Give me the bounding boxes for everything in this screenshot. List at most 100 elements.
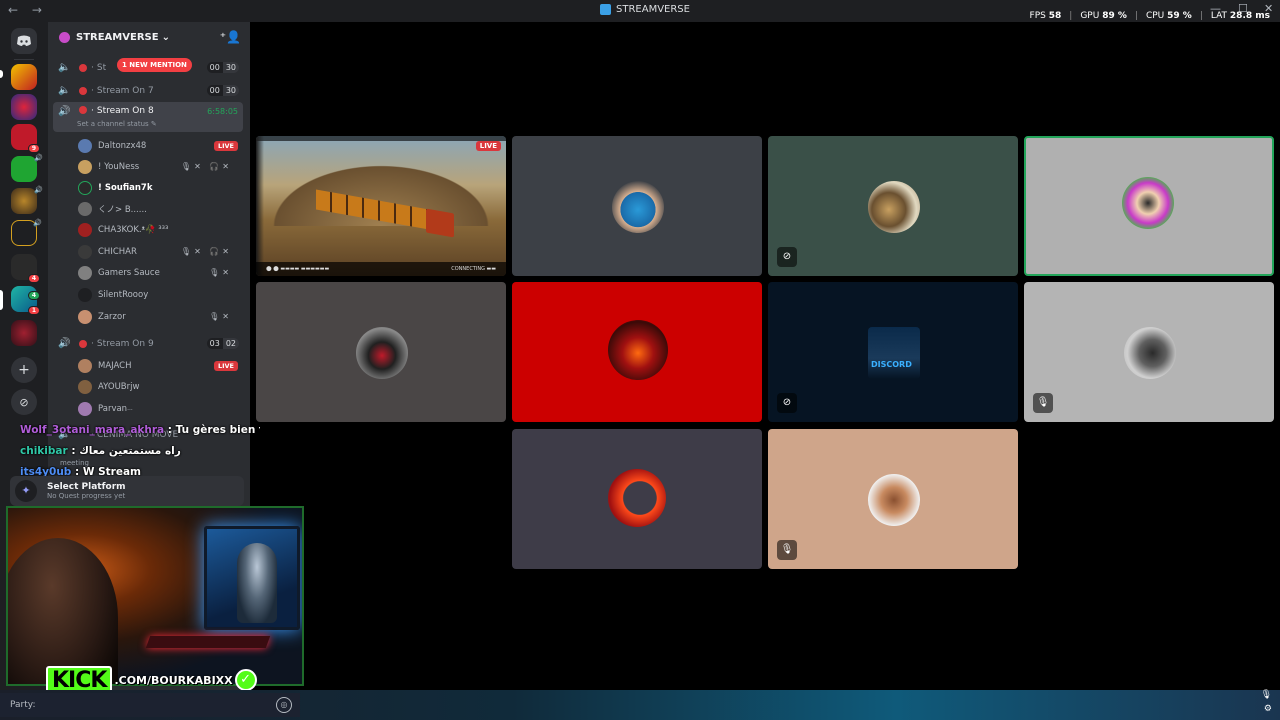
cpu-stat: CPU 59 % <box>1146 11 1192 21</box>
chat-text: : Tu gères bien ton stream <box>167 424 260 436</box>
user-limit: 00 30 <box>206 85 239 96</box>
bullet: · <box>91 106 94 116</box>
add-server-icon[interactable]: + <box>11 357 37 383</box>
voice-member[interactable]: Parvan ... <box>78 399 242 418</box>
fps-stat: FPS 58 <box>1030 11 1062 21</box>
unread-indicator <box>0 70 3 78</box>
participant-tile[interactable] <box>512 282 762 422</box>
voice-member[interactable]: CHICHAR 🎙✕ 🎧✕ <box>78 242 242 261</box>
participant-tile-speaking[interactable] <box>1024 136 1274 276</box>
bullet: · <box>91 338 94 349</box>
voice-member[interactable]: AYOUBrjw <box>78 377 242 396</box>
chat-username: chikibar <box>20 445 68 457</box>
quest-panel[interactable]: ✦ Select Platform No Quest progress yet <box>10 476 244 506</box>
voice-member[interactable]: Gamers Sauce 🎙✕ <box>78 263 242 282</box>
microphone-icon[interactable]: 🎙 <box>1261 690 1272 700</box>
explore-compass-icon[interactable]: ⊘ <box>11 389 37 415</box>
chevron-down-icon: ⌄ <box>161 31 170 43</box>
forward-arrow-icon[interactable]: → <box>32 3 42 17</box>
keyboard-glow <box>145 636 271 648</box>
divider: | <box>1069 11 1073 21</box>
target-icon[interactable]: ◎ <box>276 697 292 713</box>
stream-timer: 6:58:05 <box>207 107 238 116</box>
muted-icon: 🎙 <box>1033 393 1053 413</box>
server-icon[interactable]: 🔊 <box>11 154 43 182</box>
user-count: 00 <box>206 85 223 96</box>
server-header[interactable]: STREAMVERSE ⌄ ⁺👤 <box>48 22 250 52</box>
user-limit: 00 30 <box>206 62 239 73</box>
user-limit-count: 02 <box>222 338 239 349</box>
voice-channel[interactable]: 🔈 · St 1 NEW MENTION 00 30 <box>53 57 243 78</box>
monitor-image <box>204 526 300 630</box>
server-icon-streamverse[interactable]: 41 <box>11 286 40 315</box>
mention-badge: 9 <box>27 144 40 153</box>
bullet: · <box>91 62 94 73</box>
participant-tile[interactable] <box>512 136 762 276</box>
voice-member[interactable]: Daltonzx48 LIVE <box>78 136 242 155</box>
mention-badge: 1 <box>27 306 40 315</box>
voice-channel[interactable]: 🔈 · Stream On 7 00 30 <box>53 80 243 101</box>
member-name: Gamers Sauce <box>98 267 160 278</box>
avatar <box>78 222 92 237</box>
user-count: 03 <box>206 338 223 349</box>
participant-tile[interactable] <box>256 282 506 422</box>
voice-member[interactable]: MAJACH LIVE <box>78 356 242 375</box>
voice-member[interactable]: SilentRoooy <box>78 285 242 304</box>
game-character <box>237 543 277 623</box>
server-icon[interactable]: 🔊 <box>11 219 42 246</box>
kick-url: .COM/BOURKABIXX <box>114 673 233 687</box>
settings-icon[interactable]: ⚙ <box>1264 704 1272 714</box>
participant-tile[interactable]: 🎙 <box>768 429 1018 569</box>
member-name: SilentRoooy <box>98 289 149 300</box>
nav-buttons: ← → <box>8 3 52 17</box>
chat-message: Wolf_3otani_mara_akhra : Tu gères bien t… <box>20 424 260 436</box>
participant-tile[interactable] <box>512 429 762 569</box>
discord-home-icon[interactable] <box>11 28 37 54</box>
member-name: MAJACH <box>98 360 132 371</box>
server-icon[interactable]: 4 <box>11 254 40 283</box>
avatar <box>78 159 92 174</box>
voice-channel[interactable]: 🔊 · Stream On 9 03 02 <box>53 333 243 354</box>
participant-tile[interactable]: DISCORD ⊘ <box>768 282 1018 422</box>
camera-off-icon: ⊘ <box>777 393 797 413</box>
voice-member[interactable]: くノ> B...... <box>78 199 242 218</box>
muted-deafened-icon: 🎙✕ 🎧✕ <box>180 247 232 256</box>
party-input[interactable]: Party: ◎ <box>0 693 300 717</box>
game-hud: ⬤ ⬤ ▬▬▬▬ ▬▬▬▬▬▬ CONNECTING ▬▬ <box>256 262 506 276</box>
server-icon[interactable] <box>11 320 37 346</box>
user-limit: 03 02 <box>206 338 239 349</box>
back-arrow-icon[interactable]: ← <box>8 3 18 17</box>
server-icon[interactable]: 9 <box>11 124 40 153</box>
server-boost-icon <box>59 31 70 43</box>
server-icon[interactable] <box>11 94 37 120</box>
voice-channel-active[interactable]: 🔊 · Stream On 8 6:58:05 Set a channel st… <box>53 102 243 132</box>
channel-status[interactable]: Set a channel status ✎ <box>77 120 157 128</box>
speaker-icon: 🔈 <box>58 62 71 73</box>
avatar <box>612 181 664 233</box>
voice-member[interactable]: Zarzor 🎙✕ <box>78 307 242 326</box>
member-name: くノ> B...... <box>98 204 147 215</box>
new-mention-badge[interactable]: 1 NEW MENTION <box>117 58 192 72</box>
server-icon-stage[interactable] <box>11 64 37 90</box>
screenshare-tile[interactable]: ⬤ ⬤ ▬▬▬▬ ▬▬▬▬▬▬ CONNECTING ▬▬ LIVE <box>256 136 506 276</box>
add-user-icon[interactable]: ⁺👤 <box>220 30 241 44</box>
voice-member[interactable]: ! Soufian7k <box>78 178 242 197</box>
participant-tile[interactable]: ⊘ <box>768 136 1018 276</box>
cpu-label: CPU <box>1145 11 1165 21</box>
recording-dot-icon <box>79 106 87 114</box>
avatar <box>78 265 92 280</box>
cpu-value: 59 % <box>1167 11 1192 21</box>
quest-subtitle: No Quest progress yet <box>47 492 126 500</box>
voice-member[interactable]: ! YouNess 🎙✕ 🎧✕ <box>78 157 242 176</box>
channel-name: Stream On 8 <box>96 106 154 116</box>
member-name: AYOUBrjw <box>98 381 140 392</box>
avatar <box>78 287 92 302</box>
member-name: CHICHAR <box>98 246 137 257</box>
participant-tile[interactable]: 🎙 <box>1024 282 1274 422</box>
avatar <box>78 180 92 195</box>
server-icon[interactable]: 🔊 <box>11 186 43 214</box>
chat-text: : راه مستمتعين معاك <box>67 445 181 457</box>
voice-member[interactable]: CHA3KOK.ᵜ🥀 ³³³ <box>78 220 242 239</box>
speaker-icon: 🔊 <box>33 219 42 227</box>
bottom-bar: Party: ◎ 🎙 ⚙ <box>0 690 1280 720</box>
